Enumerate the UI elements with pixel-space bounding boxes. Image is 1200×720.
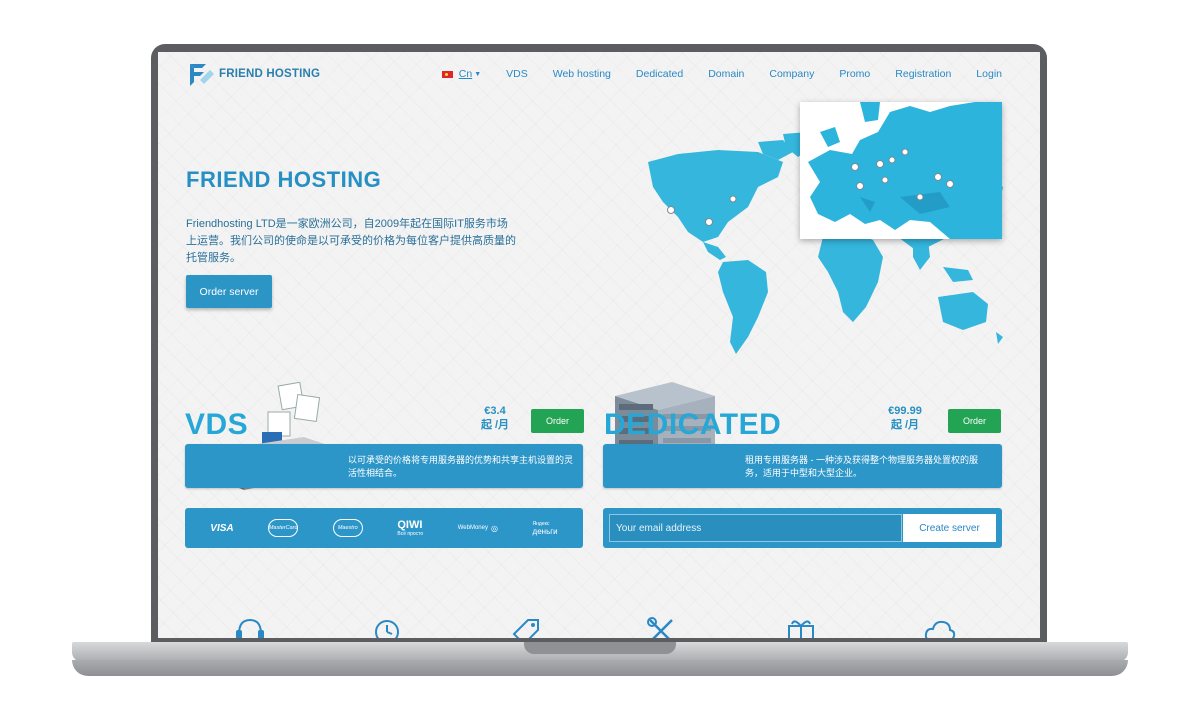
- chevron-down-icon: ▼: [474, 70, 482, 78]
- email-signup-bar: Create server: [603, 508, 1002, 548]
- tag-icon: [512, 619, 539, 638]
- dedicated-order-button[interactable]: Order: [948, 409, 1001, 433]
- globe-icon: ◎: [490, 523, 498, 533]
- qiwi-label: QIWI: [397, 519, 423, 531]
- nav-link-web-hosting[interactable]: Web hosting: [553, 68, 611, 80]
- nav-link-domain[interactable]: Domain: [708, 68, 744, 80]
- flag-icon: [441, 70, 453, 78]
- payment-methods-bar: VISA MasterCard Maestro QIWI Всё просто …: [185, 508, 583, 548]
- webmoney-logo: WebMoney ◎: [458, 524, 498, 533]
- order-server-button[interactable]: Order server: [186, 275, 272, 308]
- vds-title: VDS: [185, 408, 249, 441]
- language-label: Cn: [458, 68, 473, 80]
- language-selector[interactable]: Cn ▼: [441, 68, 482, 80]
- hero-title: FRIEND HOSTING: [186, 167, 382, 192]
- nav-link-login[interactable]: Login: [976, 68, 1002, 80]
- vds-description: 以可承受的价格将专用服务器的优势和共享主机设置的灵活性相结合。: [348, 455, 574, 478]
- qiwi-sublabel: Всё просто: [397, 531, 424, 537]
- cloud-icon: [924, 620, 956, 638]
- nav-link-promo[interactable]: Promo: [839, 68, 870, 80]
- laptop-notch: [524, 642, 676, 654]
- vds-price-period: 起 /月: [480, 419, 510, 431]
- nav-link-dedicated[interactable]: Dedicated: [636, 68, 683, 80]
- yandex-money-label: деньги: [532, 526, 558, 536]
- email-input[interactable]: [609, 514, 902, 542]
- top-navigation: FRIEND HOSTING Cn ▼ VDS Web hosting Dedi…: [158, 52, 1040, 98]
- laptop-base-lip: [72, 660, 1128, 676]
- visa-logo: VISA: [210, 522, 234, 534]
- maestro-logo: Maestro: [332, 519, 363, 537]
- dedicated-description: 租用专用服务器 - 一种涉及获得整个物理服务器处置权的服务，适用于中型和大型企业…: [745, 455, 978, 478]
- create-server-button[interactable]: Create server: [903, 514, 996, 542]
- dedicated-price: €99.99 起 /月: [880, 404, 930, 432]
- dedicated-price-amount: €99.99: [888, 405, 922, 417]
- logo-mark-icon: [190, 64, 214, 86]
- nav-link-vds[interactable]: VDS: [506, 68, 528, 80]
- europe-map-inset: [800, 102, 1002, 239]
- mastercard-logo: MasterCard: [268, 519, 299, 537]
- hero-description: Friendhosting LTD是一家欧洲公司，自2009年起在国际IT服务市…: [186, 218, 516, 264]
- site-logo[interactable]: FRIEND HOSTING: [186, 60, 320, 88]
- nav-link-registration[interactable]: Registration: [895, 68, 951, 80]
- maestro-label: Maestro: [332, 519, 363, 537]
- yandex-money-logo: Яндекс деньги: [533, 521, 558, 536]
- clock-icon: [375, 620, 399, 638]
- qiwi-logo: QIWI Всё просто: [397, 519, 423, 537]
- vds-order-button[interactable]: Order: [531, 409, 584, 433]
- tools-icon: [647, 617, 673, 638]
- nav-link-company[interactable]: Company: [769, 68, 814, 80]
- vds-price-amount: €3.4: [484, 405, 506, 417]
- dedicated-description-band: 租用专用服务器 - 一种涉及获得整个物理服务器处置权的服务，适用于中型和大型企业…: [603, 444, 1002, 488]
- dedicated-price-period: 起 /月: [890, 419, 920, 431]
- vds-description-band: 以可承受的价格将专用服务器的优势和共享主机设置的灵活性相结合。: [185, 444, 583, 488]
- logo-text: FRIEND HOSTING: [219, 68, 321, 80]
- webmoney-label: WebMoney: [457, 525, 488, 531]
- gift-icon: [788, 620, 814, 638]
- nav-links: Cn ▼ VDS Web hosting Dedicated Domain Co…: [441, 68, 1002, 80]
- dedicated-title: DEDICATED: [604, 408, 782, 441]
- mastercard-label: MasterCard: [268, 519, 299, 537]
- headset-icon: [236, 618, 264, 638]
- browser-screen: FRIEND HOSTING Cn ▼ VDS Web hosting Dedi…: [158, 52, 1040, 638]
- vds-price: €3.4 起 /月: [470, 404, 520, 432]
